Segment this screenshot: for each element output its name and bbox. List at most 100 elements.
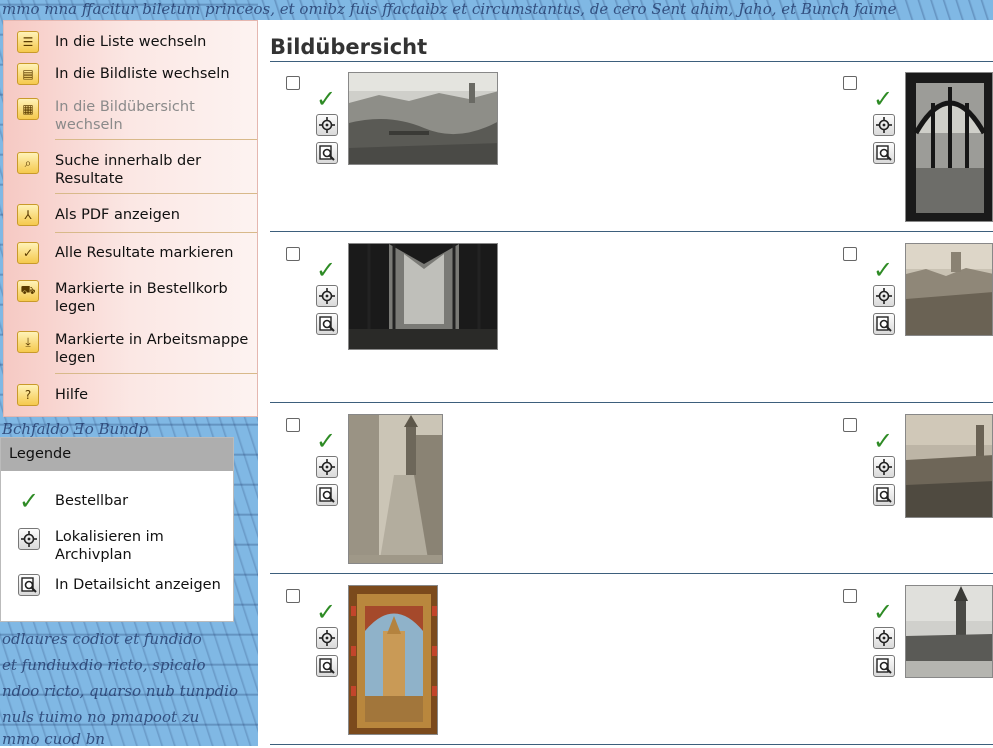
menu-separator [55, 139, 257, 140]
pdf-icon: ⅄ [17, 204, 39, 226]
orderable-check-icon: ✓ [316, 85, 337, 113]
locate-icon [319, 630, 335, 646]
detail-view-button[interactable] [873, 484, 895, 506]
orderable-check-icon: ✓ [19, 487, 40, 515]
detail-view-button[interactable] [873, 142, 895, 164]
legend-label: Lokalisieren im [55, 529, 164, 545]
detail-view-button[interactable] [316, 142, 338, 164]
select-checkbox[interactable] [286, 589, 300, 603]
locate-button[interactable] [316, 285, 338, 307]
image-thumbnail[interactable] [905, 243, 993, 336]
detail-view-icon [319, 145, 335, 161]
grid-icon: ▦ [17, 98, 39, 120]
menu-item-label: Alle Resultate markieren [55, 245, 234, 261]
menu-item-label: legen [55, 350, 96, 366]
row-divider [270, 573, 993, 574]
select-checkbox[interactable] [843, 76, 857, 90]
legend-title: Legende [1, 438, 233, 471]
title-divider [270, 61, 993, 62]
menu-item-add-to-cart[interactable]: ⛟ Markierte in Bestellkorb legen [4, 278, 257, 318]
orderable-check-icon: ✓ [873, 427, 894, 455]
menu-item-label: In die Bildübersicht [55, 99, 195, 115]
select-checkbox[interactable] [843, 589, 857, 603]
help-icon: ? [17, 384, 39, 406]
detail-view-button[interactable] [316, 484, 338, 506]
menu-separator [55, 193, 257, 194]
folder-icon: ⤓ [17, 331, 39, 353]
locate-icon [319, 459, 335, 475]
detail-view-button[interactable] [873, 655, 895, 677]
menu-item-search-within-results[interactable]: ⌕ Suche innerhalb der Resultate [4, 150, 257, 190]
menu-item-label: Markierte in Arbeitsmappe [55, 332, 249, 348]
image-thumbnail[interactable] [905, 585, 993, 678]
detail-view-button[interactable] [873, 313, 895, 335]
legend-label: Archivplan [55, 547, 132, 563]
menu-item-label: Resultate [55, 171, 124, 187]
orderable-check-icon: ✓ [316, 256, 337, 284]
background-script-line: Bchfaldo Ǝo Bundp [2, 420, 149, 438]
select-checkbox[interactable] [286, 418, 300, 432]
menu-item-show-pdf[interactable]: ⅄ Als PDF anzeigen [4, 204, 257, 226]
orderable-check-icon: ✓ [316, 427, 337, 455]
background-script-line: ndoo ricto, quarso nub tunpdio [2, 682, 239, 700]
menu-item-add-to-workfolder[interactable]: ⤓ Markierte in Arbeitsmappe legen [4, 329, 257, 369]
menu-item-label: legen [55, 299, 96, 315]
detail-view-icon [876, 145, 892, 161]
orderable-check-icon: ✓ [873, 256, 894, 284]
menu-item-mark-all[interactable]: ✓ Alle Resultate markieren [4, 242, 257, 264]
select-checkbox[interactable] [843, 418, 857, 432]
locate-button[interactable] [316, 627, 338, 649]
locate-icon [319, 117, 335, 133]
menu-item-image-overview: ▦ In die Bildübersicht wechseln [4, 96, 257, 136]
orderable-check-icon: ✓ [873, 85, 894, 113]
menu-item-label: Als PDF anzeigen [55, 207, 180, 223]
menu-item-image-list[interactable]: ▤ In die Bildliste wechseln [4, 63, 257, 85]
locate-icon [319, 288, 335, 304]
locate-button[interactable] [316, 456, 338, 478]
image-thumbnail[interactable] [348, 585, 438, 735]
background-script-line: et fundiuxdio ricto, spicalo [2, 656, 206, 674]
menu-item-label: wechseln [55, 117, 123, 133]
image-thumbnail[interactable] [348, 414, 443, 564]
locate-icon [876, 117, 892, 133]
orderable-check-icon: ✓ [873, 598, 894, 626]
menu-item-help[interactable]: ? Hilfe [4, 384, 257, 406]
legend-label: Bestellbar [55, 493, 129, 509]
locate-button[interactable] [873, 627, 895, 649]
locate-icon [876, 288, 892, 304]
locate-icon [876, 630, 892, 646]
detail-view-icon [876, 487, 892, 503]
menu-item-label: Hilfe [55, 387, 88, 403]
detail-view-button[interactable] [316, 313, 338, 335]
menu-item-label: In die Bildliste wechseln [55, 66, 230, 82]
menu-item-label: In die Liste wechseln [55, 34, 207, 50]
page-title: Bildübersicht [270, 35, 428, 59]
cart-icon: ⛟ [17, 280, 39, 302]
menu-separator [55, 373, 257, 374]
search-results-icon: ⌕ [17, 152, 39, 174]
menu-item-label: Suche innerhalb der [55, 153, 202, 169]
detail-view-icon [876, 658, 892, 674]
image-thumbnail[interactable] [348, 243, 498, 350]
locate-button[interactable] [316, 114, 338, 136]
image-thumbnail[interactable] [905, 414, 993, 518]
locate-button[interactable] [873, 114, 895, 136]
image-thumbnail[interactable] [348, 72, 498, 165]
row-divider [270, 744, 993, 745]
select-checkbox[interactable] [286, 247, 300, 261]
detail-view-icon [876, 316, 892, 332]
image-list-icon: ▤ [17, 63, 39, 85]
menu-item-list[interactable]: ☰ In die Liste wechseln [4, 31, 257, 53]
locate-icon [876, 459, 892, 475]
detail-view-button[interactable] [316, 655, 338, 677]
image-thumbnail[interactable] [905, 72, 993, 222]
row-divider [270, 231, 993, 232]
locate-button[interactable] [873, 285, 895, 307]
select-checkbox[interactable] [843, 247, 857, 261]
select-checkbox[interactable] [286, 76, 300, 90]
locate-button[interactable] [873, 456, 895, 478]
detail-view-icon [319, 316, 335, 332]
checkmark-icon: ✓ [17, 242, 39, 264]
action-menu: ☰ In die Liste wechseln ▤ In die Bildlis… [3, 20, 258, 417]
orderable-check-icon: ✓ [316, 598, 337, 626]
